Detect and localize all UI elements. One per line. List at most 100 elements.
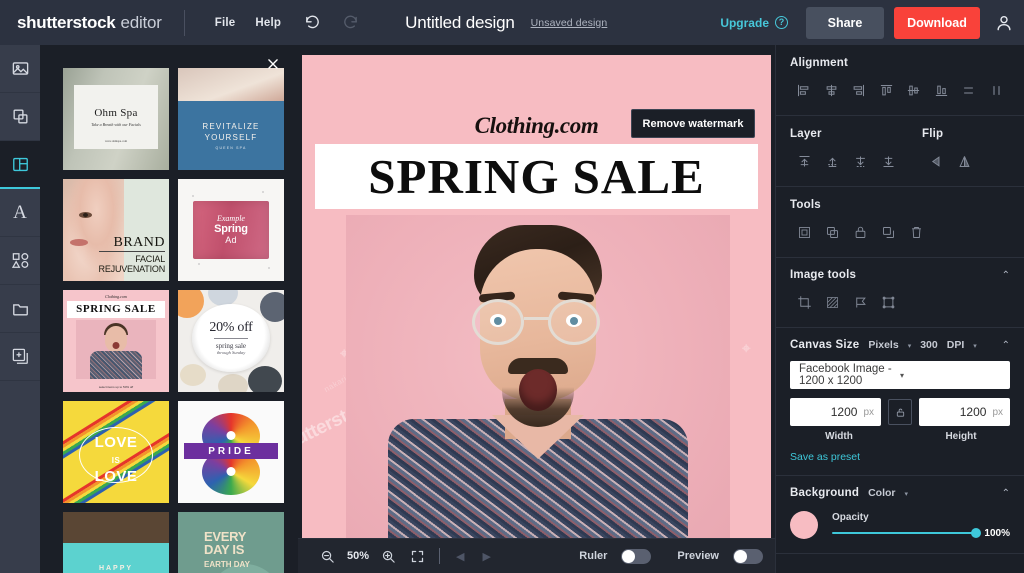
template-happy-easter[interactable]: HAPPY Easter: [63, 512, 169, 573]
preview-toggle[interactable]: [733, 549, 763, 564]
background-mode[interactable]: Color: [868, 487, 895, 499]
aspect-lock-icon[interactable]: [888, 399, 912, 425]
unit-selector[interactable]: Pixels: [868, 339, 898, 351]
width-input[interactable]: 1200 px: [790, 398, 881, 426]
page-title[interactable]: Untitled design: [405, 13, 514, 33]
delete-icon[interactable]: [902, 221, 930, 243]
flag-shape-icon[interactable]: [846, 291, 874, 313]
menu-file[interactable]: File: [205, 11, 246, 35]
canvas-headline-block[interactable]: SPRING SALE: [315, 144, 758, 209]
chevron-down-icon[interactable]: ▾: [905, 490, 909, 498]
zoom-out-icon[interactable]: [320, 549, 335, 564]
align-left-icon[interactable]: [790, 79, 818, 101]
zoom-level[interactable]: 50%: [347, 550, 369, 562]
lock-icon[interactable]: [846, 221, 874, 243]
opacity-slider[interactable]: [832, 532, 977, 534]
align-middle-vertical-icon[interactable]: [900, 79, 928, 101]
align-bottom-icon[interactable]: [928, 79, 956, 101]
duplicate-icon[interactable]: [818, 221, 846, 243]
left-sidebar-rail: A: [0, 45, 40, 573]
user-avatar-icon[interactable]: [994, 13, 1014, 33]
toolbar-actions: Upgrade ? Share Download: [720, 7, 1024, 39]
opacity-slider-knob[interactable]: [971, 528, 981, 538]
help-badge-icon[interactable]: ?: [775, 16, 788, 29]
bring-forward-icon[interactable]: [818, 150, 846, 172]
chevron-down-icon[interactable]: ▾: [973, 342, 977, 350]
top-toolbar: shutterstock editor File Help Untitled d…: [0, 0, 1024, 45]
prev-page-icon[interactable]: ◀: [452, 550, 468, 563]
upgrade-label: Upgrade: [720, 16, 769, 30]
copy-icon[interactable]: [874, 221, 902, 243]
group-icon[interactable]: [790, 221, 818, 243]
template-line2: IS: [112, 456, 121, 465]
sidebar-item-folders[interactable]: [0, 285, 40, 333]
ruler-toggle[interactable]: [621, 549, 651, 564]
send-backward-icon[interactable]: [846, 150, 874, 172]
width-value: 1200: [831, 405, 858, 419]
distribute-horizontal-icon[interactable]: [955, 79, 983, 101]
canvas-photo-element[interactable]: [346, 215, 730, 545]
chevron-down-icon[interactable]: ▾: [908, 342, 912, 350]
save-as-preset-link[interactable]: Save as preset: [790, 451, 1010, 463]
flip-vertical-icon[interactable]: [950, 150, 978, 172]
app-logo[interactable]: shutterstock editor: [17, 13, 162, 33]
template-earth-day[interactable]: EVERY DAY IS EARTH DAY: [178, 512, 284, 573]
template-line1: 20% off: [209, 320, 252, 336]
remove-watermark-button[interactable]: Remove watermark: [631, 109, 755, 138]
template-pride[interactable]: PRIDE: [178, 401, 284, 503]
send-to-back-icon[interactable]: [874, 150, 902, 172]
template-spring-sale[interactable]: Clothing.com SPRING SALE select items up…: [63, 290, 169, 392]
sidebar-item-shapes[interactable]: [0, 93, 40, 141]
template-brand: Clothing.com: [63, 294, 169, 299]
transform-icon[interactable]: [874, 291, 902, 313]
opacity-label: Opacity: [832, 512, 1010, 523]
canvas-size-fields: 1200 px 1200 px: [790, 398, 1010, 426]
height-input[interactable]: 1200 px: [919, 398, 1010, 426]
template-line1: Example: [217, 214, 245, 223]
template-line3: LOVE: [95, 468, 138, 485]
chevron-up-icon[interactable]: ⌃: [1002, 340, 1010, 351]
share-button[interactable]: Share: [806, 7, 884, 39]
template-example-spring-ad[interactable]: Example Spring Ad: [178, 179, 284, 281]
distribute-vertical-icon[interactable]: [983, 79, 1011, 101]
shutterstock-editor-app: shutterstock editor File Help Untitled d…: [0, 0, 1024, 573]
sidebar-item-text[interactable]: A: [0, 189, 40, 237]
template-20-off[interactable]: 20% off spring sale through Sunday: [178, 290, 284, 392]
align-right-icon[interactable]: [845, 79, 873, 101]
align-top-icon[interactable]: [873, 79, 901, 101]
canvas-preset-select[interactable]: Facebook Image - 1200 x 1200 ▾: [790, 361, 1010, 389]
chevron-up-icon[interactable]: ⌃: [1002, 488, 1010, 499]
sidebar-item-elements[interactable]: [0, 237, 40, 285]
redo-icon: [335, 8, 365, 38]
close-icon[interactable]: [262, 53, 284, 75]
dpi-value[interactable]: 300: [920, 339, 938, 351]
upgrade-link[interactable]: Upgrade ?: [720, 16, 788, 30]
next-page-icon[interactable]: ▶: [479, 550, 495, 563]
menu-help[interactable]: Help: [245, 11, 291, 35]
tools-label: Tools: [790, 199, 1010, 211]
template-line1: LOVE: [95, 434, 138, 451]
fit-to-screen-icon[interactable]: [410, 549, 425, 564]
sidebar-item-images[interactable]: [0, 45, 40, 93]
bring-to-front-icon[interactable]: [790, 150, 818, 172]
template-love-is-love[interactable]: LOVE IS LOVE: [63, 401, 169, 503]
save-status[interactable]: Unsaved design: [531, 17, 608, 29]
mask-icon[interactable]: [818, 291, 846, 313]
download-button[interactable]: Download: [894, 7, 980, 39]
flip-horizontal-icon[interactable]: [922, 150, 950, 172]
zoom-in-icon[interactable]: [381, 549, 396, 564]
sidebar-item-templates[interactable]: [0, 141, 40, 189]
crop-icon[interactable]: [790, 291, 818, 313]
template-line3: through Sunday: [217, 350, 245, 355]
layer-flip-section: Layer: [776, 116, 1024, 187]
template-brand-facial[interactable]: BRAND FACIAL REJUVENATION: [63, 179, 169, 281]
background-color-swatch[interactable]: [790, 511, 818, 539]
template-revitalize[interactable]: REVITALIZE YOURSELF QUEEN SPA: [178, 68, 284, 170]
undo-icon[interactable]: [297, 8, 327, 38]
template-ohm-spa[interactable]: Ohm Spa Take a Breath with our Facials w…: [63, 68, 169, 170]
sidebar-item-add-page[interactable]: [0, 333, 40, 381]
template-line3: EARTH DAY: [204, 560, 250, 569]
chevron-up-icon[interactable]: ⌃: [1002, 270, 1010, 281]
align-center-horizontal-icon[interactable]: [818, 79, 846, 101]
tools-section: Tools: [776, 187, 1024, 258]
